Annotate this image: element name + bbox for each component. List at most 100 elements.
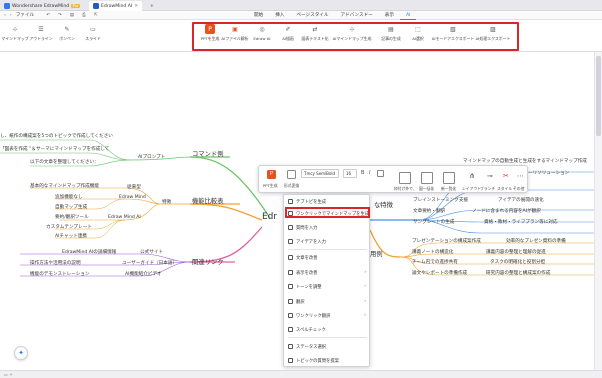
- tab-view[interactable]: 表示: [379, 11, 400, 20]
- usecase-detail[interactable]: 講義内容の整理と理解の促進: [486, 249, 546, 255]
- menu-item-improve-display[interactable]: 表示を改善 ›: [284, 267, 371, 278]
- usecase-item[interactable]: 講義ノートの構造化: [412, 249, 453, 255]
- branch-links[interactable]: 関連リンク: [192, 257, 223, 266]
- tab-ai[interactable]: AI: [399, 11, 417, 20]
- layout-icon[interactable]: ⋔: [469, 172, 475, 180]
- bold-icon[interactable]: B: [361, 170, 364, 176]
- menu-item-ask-question[interactable]: 質問を入力: [284, 222, 371, 233]
- feature-group[interactable]: Edraw Mind AI: [108, 215, 141, 220]
- menu-item-status-select[interactable]: ステータス選択: [284, 341, 371, 352]
- translate-icon: [288, 299, 293, 304]
- usecase-item[interactable]: プレゼンテーションの構成案作成: [412, 238, 481, 244]
- close-tab-icon[interactable]: ✕: [134, 4, 138, 9]
- link-item[interactable]: AI機能紹介ビデオ: [125, 271, 162, 277]
- forward-icon[interactable]: ›: [10, 13, 12, 18]
- feature-item[interactable]: 自動マップ生成: [55, 204, 87, 210]
- feature-group[interactable]: Edraw Mind: [119, 195, 146, 200]
- font-family-select[interactable]: Tmcy SemiBold: [301, 169, 339, 178]
- menu-item-adjust-tone[interactable]: トーンを調整 ›: [284, 281, 371, 292]
- command-item[interactable]: 以下の文章を整理してください：: [30, 159, 99, 165]
- new-tab-button[interactable]: +: [146, 1, 158, 11]
- tab-advanced[interactable]: アドバンスドー: [334, 11, 378, 20]
- special-item[interactable]: サングレートの生成: [413, 219, 454, 225]
- vertical-scrollbar[interactable]: [594, 52, 602, 370]
- special-detail[interactable]: ノードに含まれる内容をAIが翻訳: [472, 208, 541, 214]
- feature-item[interactable]: 要約/翻訳ツール: [55, 214, 89, 220]
- ppt-generate-icon[interactable]: P: [267, 170, 276, 179]
- format-convert-icon[interactable]: [287, 170, 296, 179]
- scrollbar-thumb[interactable]: [596, 56, 601, 136]
- edrawmind-logo-icon: [4, 3, 10, 9]
- feature-item[interactable]: カスタムテンプレート: [46, 224, 92, 230]
- link-desc[interactable]: 操作方法や活用法の説明: [30, 260, 81, 266]
- command-item[interactable]: 「図表を作成 ”＆サーマにマインドマップを作成して: [0, 146, 109, 152]
- link-desc[interactable]: EdrawMind AIの詳細情報: [62, 249, 116, 255]
- branch-features[interactable]: 機能比較表: [192, 196, 223, 205]
- pen-view-button[interactable]: ✎ ポンペン: [54, 24, 80, 42]
- special-detail[interactable]: 資格・教材・ライフプラン等に対応: [484, 219, 558, 225]
- mindmap-view-button[interactable]: ⊹ マインドマップ: [1, 24, 28, 42]
- slide-view-button[interactable]: ▭ スライド: [80, 24, 106, 42]
- link-item[interactable]: 公式サイト: [140, 249, 163, 255]
- shape-icon[interactable]: [421, 172, 433, 184]
- usecase-item[interactable]: チーム内での進捗共有: [412, 259, 458, 265]
- outline-view-button[interactable]: ☰ アウトライン: [28, 24, 54, 42]
- menu-item-idea-input[interactable]: アイデアを入力: [284, 236, 371, 247]
- special-detail[interactable]: アイデアの展開の速化: [498, 197, 544, 203]
- tab-insert[interactable]: 挿入: [269, 11, 290, 20]
- menu-item-translate[interactable]: 翻訳 ›: [284, 296, 371, 307]
- menu-item-generate-subtopics[interactable]: テブトビを生成: [284, 196, 371, 207]
- menu-item-improve-text[interactable]: 文章を改善: [284, 252, 371, 263]
- back-icon[interactable]: ‹: [4, 13, 6, 18]
- more-icon[interactable]: ⋯: [517, 172, 524, 180]
- feature-item[interactable]: 基本的なマインドマップ作成機能: [30, 183, 99, 189]
- link-item[interactable]: ユーザーガイド（日本語）: [122, 260, 177, 266]
- branch-usecases[interactable]: 用例: [370, 249, 383, 258]
- central-topic[interactable]: Edr: [262, 212, 277, 222]
- feature-group[interactable]: 従来型: [127, 184, 141, 190]
- page-icon[interactable]: ▭ ＋: [4, 372, 13, 378]
- file-menu[interactable]: ファイル: [16, 12, 34, 18]
- translate-fast-icon: [288, 313, 293, 318]
- special-item[interactable]: ブレインストーミング支援: [413, 197, 468, 203]
- link-desc[interactable]: 機能のデモンストレーション: [30, 271, 90, 277]
- tab-page-style[interactable]: ページスタイル: [290, 11, 334, 20]
- usecase-detail[interactable]: 研究内容の整理と構成案の作成: [486, 270, 550, 276]
- menu-divider: [288, 337, 367, 338]
- fb-label: その他: [513, 186, 525, 191]
- fb-label: ブランチ: [480, 186, 496, 191]
- redo-icon[interactable]: ↷: [58, 13, 62, 18]
- frame-icon[interactable]: [399, 172, 411, 184]
- style-icon[interactable]: ✂: [503, 172, 509, 180]
- usecase-detail[interactable]: 効率的なプレゼン資料の準備: [506, 238, 566, 244]
- italic-icon[interactable]: I: [369, 170, 370, 176]
- box-icon[interactable]: [443, 172, 455, 184]
- undo-icon[interactable]: ↶: [46, 13, 50, 18]
- special-item[interactable]: 文章要約・翻訳: [413, 208, 445, 214]
- fb-label: レイアウト: [462, 186, 481, 191]
- tab-edrawmind[interactable]: Wondershare EdrawMind Pro: [0, 1, 84, 11]
- ai-prompt-node[interactable]: AIプロンプト: [138, 154, 165, 160]
- usecase-detail[interactable]: タスクの明確化と役割分担: [490, 259, 545, 265]
- menu-item-one-click-translate[interactable]: ワンクリック翻訳 ›: [284, 310, 371, 321]
- font-size-select[interactable]: 16: [343, 169, 357, 178]
- ai-assistant-icon[interactable]: ✦: [14, 346, 28, 360]
- export-icon[interactable]: ⇱: [94, 13, 98, 18]
- tab-edrawmind-ai[interactable]: EdrawMind AI ✕: [89, 1, 143, 11]
- command-item[interactable]: し、紙作の構成案を5つのトピックで作成してください: [0, 133, 113, 139]
- feature-item[interactable]: AIチャット連携: [55, 233, 87, 239]
- menu-item-spell-check[interactable]: スペルチェック: [284, 324, 371, 335]
- save-icon[interactable]: ▤: [70, 13, 74, 18]
- tab-start[interactable]: 開始: [248, 11, 269, 20]
- menu-item-suggest-questions[interactable]: トピックの質問を提案: [284, 355, 371, 366]
- features-label[interactable]: 特徴: [162, 199, 171, 205]
- feature-item[interactable]: 追加機能なし: [55, 194, 83, 200]
- special-item[interactable]: ーリソリューション: [528, 170, 569, 176]
- usecase-item[interactable]: 論文やレポートの準備作成: [412, 270, 467, 276]
- branch-command[interactable]: コマンド例: [192, 149, 223, 158]
- branch-special[interactable]: な特徴: [374, 200, 393, 209]
- align-icon[interactable]: [377, 170, 384, 177]
- print-icon[interactable]: ⎙: [82, 12, 86, 18]
- branch-icon[interactable]: ⊸: [487, 172, 493, 180]
- special-item[interactable]: マインドマップの自動生成と生成をするマインドマップ作成: [463, 158, 587, 164]
